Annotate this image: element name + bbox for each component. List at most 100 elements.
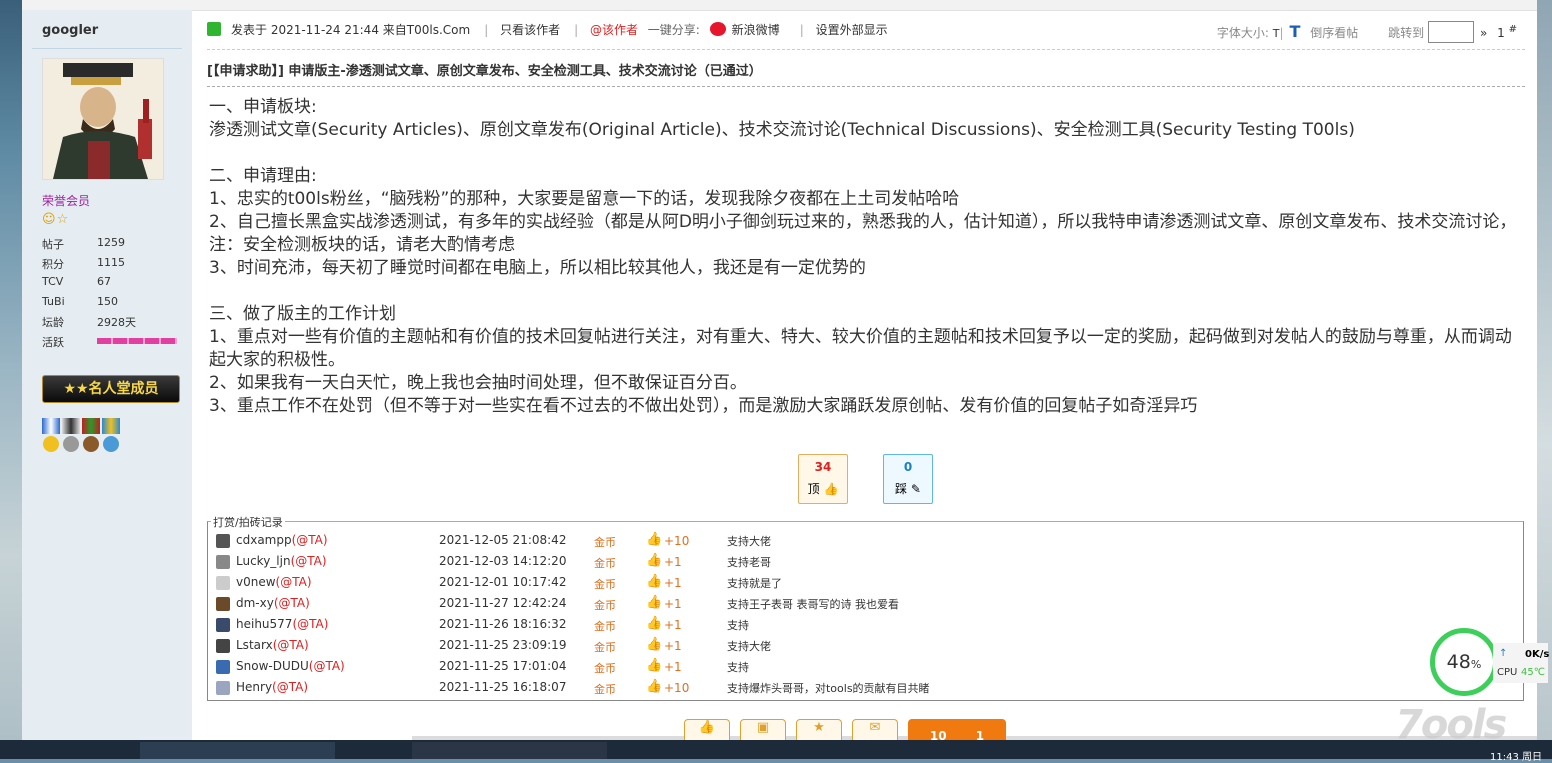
reward-user-name[interactable]: Lucky_ljn <box>236 554 291 568</box>
reward-amount: +1 <box>664 618 682 632</box>
reward-currency: 金币 <box>594 641 616 654</box>
mail-icon: ✉ <box>869 720 881 735</box>
avatar[interactable] <box>216 681 230 695</box>
reward-user[interactable]: Henry(@TA) <box>236 680 308 694</box>
at-ta-link[interactable]: (@TA) <box>292 617 328 631</box>
at-ta-link[interactable]: (@TA) <box>291 554 327 568</box>
reward-user-name[interactable]: v0new <box>236 575 276 589</box>
medal-icon[interactable] <box>102 418 120 454</box>
reward-user[interactable]: cdxampp(@TA) <box>236 533 328 547</box>
reward-currency: 金币 <box>594 578 616 591</box>
reward-count-right: 1 <box>975 729 985 740</box>
reward-user[interactable]: Lstarx(@TA) <box>236 638 309 652</box>
thread-title: [【申请求助】] 申请版主-渗透测试文章、原创文章发布、安全检测工具、技术交流讨… <box>207 64 762 79</box>
avatar[interactable] <box>216 555 230 569</box>
taskbar-item[interactable] <box>412 742 607 759</box>
cpu-percent: 48 <box>1446 651 1471 673</box>
taskbar-item[interactable] <box>140 742 335 759</box>
reward-time: 2021-11-27 12:42:24 <box>439 596 567 610</box>
post-time: 发表于 2021-11-24 21:44 来自T00ls.Com <box>231 23 471 37</box>
reward-message: 支持王子表哥 表哥写的诗 我也爱看 <box>727 598 899 611</box>
thumbs-up-icon: 👍 <box>646 637 663 652</box>
user-group[interactable]: 荣誉会员 <box>42 192 90 209</box>
weibo-icon <box>709 22 726 36</box>
activity-bar <box>97 337 177 344</box>
rank-stars: ☺☆ <box>42 212 69 227</box>
author-sidebar: googler 荣誉会员 ☺☆ 帖子 1259 积分 1115 TCV 67 TuBi… <box>22 10 192 740</box>
user-stats: 帖子 1259 积分 1115 TCV 67 TuBi 150 坛龄 2928天 活跃 <box>42 236 177 353</box>
thumbs-up-icon: 👍 <box>698 720 716 735</box>
forum-page: googler 荣誉会员 ☺☆ 帖子 1259 积分 1115 TCV 67 TuBi… <box>22 0 1537 740</box>
reward-user-name[interactable]: dm-xy <box>236 596 274 610</box>
reward-user[interactable]: Lucky_ljn(@TA) <box>236 554 327 568</box>
avatar[interactable] <box>216 618 230 632</box>
reward-user-name[interactable]: heihu577 <box>236 617 292 631</box>
post-action-buttons: 👍 ▣ ★ ✉ 10 1 <box>684 719 1006 740</box>
fame-badge[interactable]: ★★名人堂成员 <box>42 375 180 403</box>
avatar[interactable] <box>216 639 230 653</box>
at-ta-link[interactable]: (@TA) <box>272 680 308 694</box>
brick-icon: ✎ <box>910 482 921 496</box>
at-ta-link[interactable]: (@TA) <box>274 596 310 610</box>
avatar[interactable] <box>42 58 164 180</box>
reward-user-name[interactable]: Snow-DUDU <box>236 659 309 673</box>
desktop-background-left <box>0 0 22 740</box>
reward-time: 2021-12-01 10:17:42 <box>439 575 567 589</box>
stat-value[interactable]: 1259 <box>97 236 125 256</box>
favorite-button[interactable]: ★ <box>796 719 842 740</box>
stat-row: 活跃 <box>42 334 177 354</box>
external-display-link[interactable]: 设置外部显示 <box>816 23 888 37</box>
avatar[interactable] <box>216 576 230 590</box>
medal-icon[interactable] <box>62 418 80 454</box>
author-username[interactable]: googler <box>42 23 98 38</box>
downvote-button[interactable]: 0 踩 ✎ <box>883 454 933 504</box>
thumbs-up-icon: 👍 <box>646 553 663 568</box>
at-ta-link[interactable]: (@TA) <box>309 659 345 673</box>
floor-number: 1 <box>1497 26 1505 40</box>
online-status-icon <box>207 22 221 36</box>
share-label: 一键分享: <box>647 23 700 37</box>
only-author-link[interactable]: 只看该作者 <box>500 23 560 37</box>
divider <box>32 48 182 49</box>
reward-message: 支持爆炸头哥哥，对tools的贡献有目共睹 <box>727 682 930 695</box>
medal-icon[interactable] <box>82 418 100 454</box>
floor-hash[interactable]: # <box>1509 24 1517 35</box>
thumbs-up-icon: 👍 <box>646 595 663 610</box>
reward-user[interactable]: v0new(@TA) <box>236 575 312 589</box>
reward-user[interactable]: Snow-DUDU(@TA) <box>236 659 345 673</box>
share-button[interactable]: ▣ <box>740 719 786 740</box>
reward-amount: +1 <box>664 555 682 569</box>
reward-time: 2021-11-25 17:01:04 <box>439 659 567 673</box>
star-icon: ★ <box>813 720 825 735</box>
stat-key: TCV <box>42 275 64 288</box>
cpu-usage-ring[interactable]: 48% <box>1430 628 1498 696</box>
font-large-button[interactable]: T <box>1290 22 1301 41</box>
avatar[interactable] <box>216 534 230 548</box>
jump-go-button[interactable]: » <box>1480 26 1487 40</box>
jump-floor-input[interactable] <box>1428 21 1475 43</box>
like-button[interactable]: 👍 <box>684 719 730 740</box>
avatar[interactable] <box>216 597 230 611</box>
weibo-share-link[interactable]: 新浪微博 <box>709 22 786 37</box>
reward-button[interactable]: 10 1 <box>908 719 1006 740</box>
reward-user-name[interactable]: Lstarx <box>236 638 273 652</box>
post-content: 一、申请板块: 渗透测试文章(Security Articles)、原创文章发布… <box>209 96 1527 418</box>
medal-icon[interactable] <box>42 418 60 454</box>
reward-message: 支持大佬 <box>727 535 771 548</box>
stat-row: 坛龄 2928天 <box>42 314 177 334</box>
reward-user-name[interactable]: cdxampp <box>236 533 292 547</box>
avatar[interactable] <box>216 660 230 674</box>
font-size-label: 字体大小: <box>1216 26 1269 40</box>
at-ta-link[interactable]: (@TA) <box>276 575 312 589</box>
thumbs-up-icon: 👍 <box>823 482 839 496</box>
reward-user-name[interactable]: Henry <box>236 680 272 694</box>
reward-user[interactable]: heihu577(@TA) <box>236 617 328 631</box>
reward-user[interactable]: dm-xy(@TA) <box>236 596 310 610</box>
at-ta-link[interactable]: (@TA) <box>292 533 328 547</box>
at-ta-link[interactable]: (@TA) <box>273 638 309 652</box>
section-title: 二、申请理由: <box>209 166 317 186</box>
reverse-order-link[interactable]: 倒序看帖 <box>1310 26 1358 40</box>
upvote-button[interactable]: 34 顶 👍 <box>798 454 848 504</box>
at-author-link[interactable]: @该作者 <box>590 23 638 37</box>
message-button[interactable]: ✉ <box>852 719 898 740</box>
